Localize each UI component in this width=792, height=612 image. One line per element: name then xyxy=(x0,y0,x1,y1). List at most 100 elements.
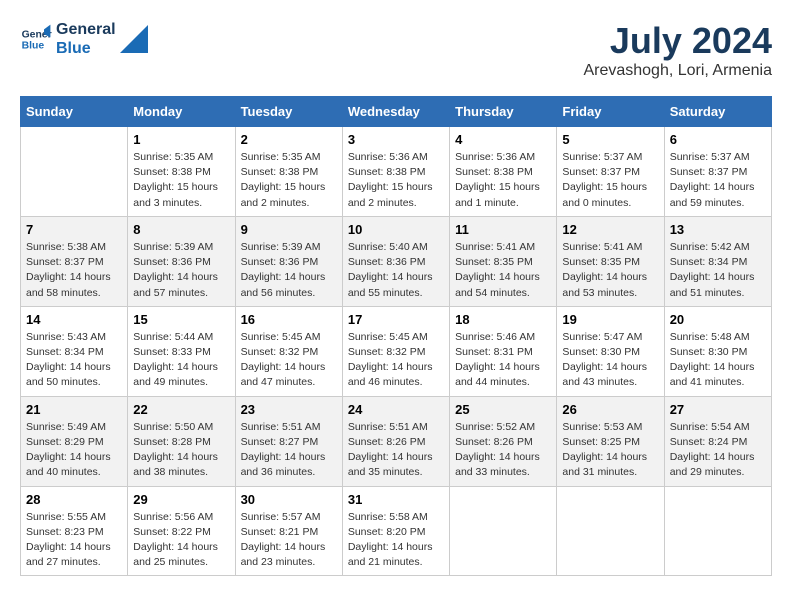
calendar-cell: 26 Sunrise: 5:53 AMSunset: 8:25 PMDayligh… xyxy=(557,396,664,486)
day-number: 14 xyxy=(26,312,122,327)
header-monday: Monday xyxy=(128,97,235,127)
day-number: 13 xyxy=(670,222,766,237)
day-info: Sunrise: 5:44 AMSunset: 8:33 PMDaylight:… xyxy=(133,330,229,391)
logo: General Blue General Blue xyxy=(20,20,148,58)
calendar-cell: 14Sunrise: 5:43 AMSunset: 8:34 PMDayligh… xyxy=(21,306,128,396)
calendar-cell: 21 Sunrise: 5:49 AMSunset: 8:29 PMDayligh… xyxy=(21,396,128,486)
day-info: Sunrise: 5:41 AMSunset: 8:35 PMDaylight:… xyxy=(455,240,551,301)
calendar-week-row: 1 Sunrise: 5:35 AMSunset: 8:38 PMDaylight… xyxy=(21,127,772,217)
day-number: 27 xyxy=(670,402,766,417)
calendar-cell: 3Sunrise: 5:36 AMSunset: 8:38 PMDaylight… xyxy=(342,127,449,217)
title-area: July 2024 Arevashogh, Lori, Armenia xyxy=(583,20,772,80)
day-info: Sunrise: 5:41 AMSunset: 8:35 PMDaylight:… xyxy=(562,240,658,301)
day-number: 23 xyxy=(241,402,337,417)
day-number: 26 xyxy=(562,402,658,417)
calendar-week-row: 28 Sunrise: 5:55 AMSunset: 8:23 PMDayligh… xyxy=(21,486,772,576)
day-info: Sunrise: 5:52 AMSunset: 8:26 PMDaylight:… xyxy=(455,420,551,481)
day-number: 31 xyxy=(348,492,444,507)
calendar-subtitle: Arevashogh, Lori, Armenia xyxy=(583,62,772,80)
calendar-cell xyxy=(557,486,664,576)
calendar-cell: 5 Sunrise: 5:37 AMSunset: 8:37 PMDaylight… xyxy=(557,127,664,217)
calendar-cell: 6 Sunrise: 5:37 AMSunset: 8:37 PMDaylight… xyxy=(664,127,771,217)
day-info: Sunrise: 5:49 AMSunset: 8:29 PMDaylight:… xyxy=(26,420,122,481)
svg-text:Blue: Blue xyxy=(22,41,45,52)
day-number: 5 xyxy=(562,132,658,147)
calendar-cell: 1 Sunrise: 5:35 AMSunset: 8:38 PMDaylight… xyxy=(128,127,235,217)
day-number: 19 xyxy=(562,312,658,327)
calendar-cell: 28 Sunrise: 5:55 AMSunset: 8:23 PMDayligh… xyxy=(21,486,128,576)
day-number: 21 xyxy=(26,402,122,417)
calendar-cell: 8Sunrise: 5:39 AMSunset: 8:36 PMDaylight… xyxy=(128,216,235,306)
logo-icon: General Blue xyxy=(20,23,52,55)
calendar-title: July 2024 xyxy=(583,20,772,62)
calendar-cell: 24Sunrise: 5:51 AMSunset: 8:26 PMDayligh… xyxy=(342,396,449,486)
day-number: 6 xyxy=(670,132,766,147)
day-info: Sunrise: 5:55 AMSunset: 8:23 PMDaylight:… xyxy=(26,510,122,571)
day-info: Sunrise: 5:54 AMSunset: 8:24 PMDaylight:… xyxy=(670,420,766,481)
calendar-week-row: 14Sunrise: 5:43 AMSunset: 8:34 PMDayligh… xyxy=(21,306,772,396)
day-info: Sunrise: 5:46 AMSunset: 8:31 PMDaylight:… xyxy=(455,330,551,391)
calendar-cell: 9Sunrise: 5:39 AMSunset: 8:36 PMDaylight… xyxy=(235,216,342,306)
day-info: Sunrise: 5:51 AMSunset: 8:26 PMDaylight:… xyxy=(348,420,444,481)
day-number: 15 xyxy=(133,312,229,327)
day-number: 16 xyxy=(241,312,337,327)
day-info: Sunrise: 5:37 AMSunset: 8:37 PMDaylight:… xyxy=(670,150,766,211)
day-number: 2 xyxy=(241,132,337,147)
day-number: 22 xyxy=(133,402,229,417)
logo-triangle-icon xyxy=(120,25,148,53)
day-number: 12 xyxy=(562,222,658,237)
calendar-cell: 16 Sunrise: 5:45 AMSunset: 8:32 PMDayligh… xyxy=(235,306,342,396)
day-number: 9 xyxy=(241,222,337,237)
header-wednesday: Wednesday xyxy=(342,97,449,127)
day-info: Sunrise: 5:45 AMSunset: 8:32 PMDaylight:… xyxy=(348,330,444,391)
day-info: Sunrise: 5:47 AMSunset: 8:30 PMDaylight:… xyxy=(562,330,658,391)
calendar-cell: 29 Sunrise: 5:56 AMSunset: 8:22 PMDayligh… xyxy=(128,486,235,576)
calendar-cell: 7 Sunrise: 5:38 AMSunset: 8:37 PMDaylight… xyxy=(21,216,128,306)
calendar-cell: 22 Sunrise: 5:50 AMSunset: 8:28 PMDayligh… xyxy=(128,396,235,486)
day-number: 30 xyxy=(241,492,337,507)
calendar-cell: 25Sunrise: 5:52 AMSunset: 8:26 PMDayligh… xyxy=(450,396,557,486)
day-number: 28 xyxy=(26,492,122,507)
calendar-cell: 27 Sunrise: 5:54 AMSunset: 8:24 PMDayligh… xyxy=(664,396,771,486)
header-sunday: Sunday xyxy=(21,97,128,127)
day-number: 29 xyxy=(133,492,229,507)
day-info: Sunrise: 5:37 AMSunset: 8:37 PMDaylight:… xyxy=(562,150,658,211)
calendar-cell: 17 Sunrise: 5:45 AMSunset: 8:32 PMDayligh… xyxy=(342,306,449,396)
day-info: Sunrise: 5:50 AMSunset: 8:28 PMDaylight:… xyxy=(133,420,229,481)
calendar-cell xyxy=(450,486,557,576)
calendar-body: 1 Sunrise: 5:35 AMSunset: 8:38 PMDaylight… xyxy=(21,127,772,576)
calendar-cell: 11Sunrise: 5:41 AMSunset: 8:35 PMDayligh… xyxy=(450,216,557,306)
day-number: 20 xyxy=(670,312,766,327)
calendar-cell: 12 Sunrise: 5:41 AMSunset: 8:35 PMDayligh… xyxy=(557,216,664,306)
day-number: 1 xyxy=(133,132,229,147)
calendar-cell: 19 Sunrise: 5:47 AMSunset: 8:30 PMDayligh… xyxy=(557,306,664,396)
day-info: Sunrise: 5:58 AMSunset: 8:20 PMDaylight:… xyxy=(348,510,444,571)
header-friday: Friday xyxy=(557,97,664,127)
header-tuesday: Tuesday xyxy=(235,97,342,127)
calendar-cell: 18Sunrise: 5:46 AMSunset: 8:31 PMDayligh… xyxy=(450,306,557,396)
calendar-header-row: SundayMondayTuesdayWednesdayThursdayFrid… xyxy=(21,97,772,127)
calendar-cell: 13 Sunrise: 5:42 AMSunset: 8:34 PMDayligh… xyxy=(664,216,771,306)
day-info: Sunrise: 5:38 AMSunset: 8:37 PMDaylight:… xyxy=(26,240,122,301)
day-info: Sunrise: 5:56 AMSunset: 8:22 PMDaylight:… xyxy=(133,510,229,571)
calendar-cell: 4Sunrise: 5:36 AMSunset: 8:38 PMDaylight… xyxy=(450,127,557,217)
day-info: Sunrise: 5:53 AMSunset: 8:25 PMDaylight:… xyxy=(562,420,658,481)
day-info: Sunrise: 5:57 AMSunset: 8:21 PMDaylight:… xyxy=(241,510,337,571)
day-info: Sunrise: 5:45 AMSunset: 8:32 PMDaylight:… xyxy=(241,330,337,391)
calendar-week-row: 7 Sunrise: 5:38 AMSunset: 8:37 PMDaylight… xyxy=(21,216,772,306)
day-info: Sunrise: 5:42 AMSunset: 8:34 PMDaylight:… xyxy=(670,240,766,301)
day-number: 10 xyxy=(348,222,444,237)
calendar-table: SundayMondayTuesdayWednesdayThursdayFrid… xyxy=(20,96,772,576)
calendar-cell xyxy=(21,127,128,217)
day-info: Sunrise: 5:36 AMSunset: 8:38 PMDaylight:… xyxy=(348,150,444,211)
calendar-cell xyxy=(664,486,771,576)
header: General Blue General Blue July 2024 Arev… xyxy=(20,20,772,80)
day-number: 17 xyxy=(348,312,444,327)
calendar-week-row: 21 Sunrise: 5:49 AMSunset: 8:29 PMDayligh… xyxy=(21,396,772,486)
day-info: Sunrise: 5:51 AMSunset: 8:27 PMDaylight:… xyxy=(241,420,337,481)
day-number: 8 xyxy=(133,222,229,237)
logo-text-general: General xyxy=(56,20,116,39)
day-number: 7 xyxy=(26,222,122,237)
day-info: Sunrise: 5:35 AMSunset: 8:38 PMDaylight:… xyxy=(133,150,229,211)
calendar-cell: 30 Sunrise: 5:57 AMSunset: 8:21 PMDayligh… xyxy=(235,486,342,576)
